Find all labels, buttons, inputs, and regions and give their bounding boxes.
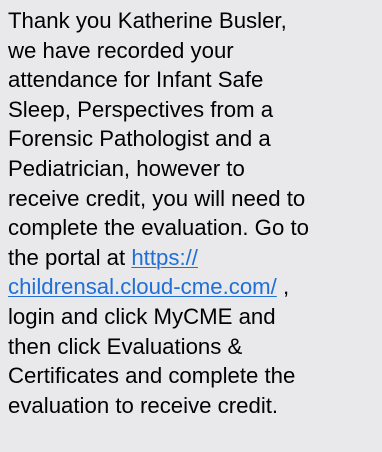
portal-link-part-2[interactable]: childrensal.cloud-cme.com/	[8, 274, 277, 299]
message-line: Sleep, Perspectives from a	[8, 96, 274, 122]
message-line: receive credit, you will need to	[8, 185, 306, 211]
portal-link-part-1[interactable]: https://	[131, 245, 198, 270]
portal-intro-text: the portal at	[8, 244, 132, 270]
message-line: evaluation to receive credit.	[8, 392, 279, 418]
message-line: we have recorded your	[8, 37, 234, 63]
link-trailing-punctuation: ,	[276, 274, 290, 300]
message-line: Thank you Katherine Busler,	[8, 8, 287, 33]
message-line: Pediatrician, however to	[8, 155, 245, 181]
message-bubble: Thank you Katherine Busler, we have reco…	[0, 0, 382, 452]
message-line: Forensic Pathologist and a	[8, 126, 271, 152]
message-line: login and click MyCME and	[8, 303, 276, 329]
message-line: attendance for Infant Safe	[8, 67, 264, 93]
message-line: then click Evaluations &	[8, 333, 243, 359]
message-line: Certificates and complete the	[8, 363, 296, 389]
message-line: the portal at https://	[8, 243, 378, 273]
message-line: childrensal.cloud-cme.com/ ,	[8, 272, 378, 302]
message-line: complete the evaluation. Go to	[8, 215, 309, 241]
